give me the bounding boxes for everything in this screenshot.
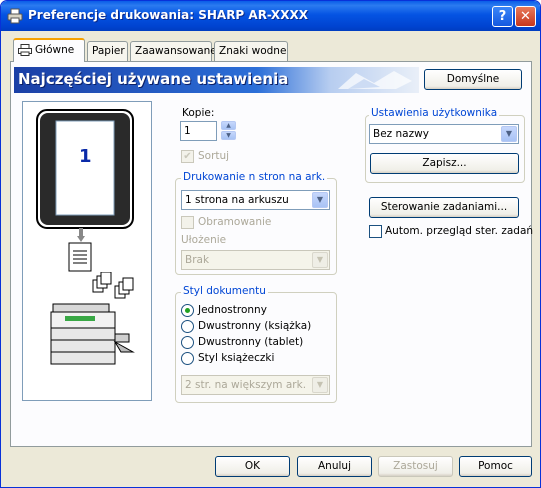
- chevron-down-icon[interactable]: ▼: [312, 252, 328, 268]
- printer-icon: [7, 8, 23, 24]
- close-title-button[interactable]: ✕: [515, 6, 536, 27]
- tab-znaki-wodne[interactable]: Znaki wodne: [214, 41, 288, 61]
- window-title: Preferencje drukowania: SHARP AR-XXXX: [28, 8, 308, 22]
- sort-label: Sortuj: [198, 150, 230, 162]
- border-label: Obramowanie: [198, 216, 272, 228]
- banner-graphic-icon: [338, 71, 412, 89]
- user-settings-select[interactable]: Bez nazwy ▼: [369, 124, 519, 144]
- pages-per-sheet-value: 1 strona na arkuszu: [185, 194, 289, 206]
- order-select[interactable]: Brak ▼: [181, 250, 330, 270]
- copies-spinner[interactable]: ▲ ▼: [221, 121, 236, 140]
- tab-label: Papier: [92, 45, 125, 57]
- preview-area: 1: [22, 101, 152, 401]
- save-button[interactable]: Zapisz...: [370, 153, 519, 174]
- duplex-book-label: Dwustronny (książka): [198, 320, 312, 332]
- chevron-down-icon[interactable]: ▼: [312, 192, 328, 208]
- chevron-down-icon[interactable]: ▼: [501, 126, 517, 142]
- duplex-tablet-label: Dwustronny (tablet): [198, 336, 304, 348]
- auto-job-review-checkbox[interactable]: [369, 225, 382, 238]
- tab-label: Znaki wodne: [219, 45, 287, 57]
- tab-label: Zaawansowane: [135, 45, 217, 57]
- copies-label: Kopie:: [182, 107, 215, 119]
- user-settings-group-label: Ustawienia użytkownika: [369, 107, 500, 119]
- user-settings-value: Bez nazwy: [373, 128, 429, 140]
- copies-value: 1: [184, 125, 191, 137]
- booklet-value: 2 str. na większym ark.: [185, 379, 307, 391]
- pages-per-sheet-select[interactable]: 1 strona na arkuszu ▼: [181, 190, 330, 210]
- order-label: Ułożenie: [181, 234, 227, 246]
- copies-input[interactable]: 1: [180, 121, 217, 141]
- cancel-button[interactable]: Anuluj: [297, 456, 372, 477]
- radio-duplex-tablet[interactable]: [181, 336, 194, 349]
- job-control-button[interactable]: Sterowanie zadaniami...: [369, 197, 519, 218]
- order-value: Brak: [185, 254, 210, 266]
- preview-page-number: 1: [79, 146, 92, 167]
- ok-button[interactable]: OK: [215, 456, 290, 477]
- tab-papier[interactable]: Papier: [87, 41, 128, 61]
- radio-duplex-book[interactable]: [181, 320, 194, 333]
- tab-label: Główne: [35, 44, 75, 56]
- copier-illustration-icon: [50, 272, 135, 365]
- single-sided-label: Jednostronny: [198, 304, 267, 316]
- defaults-button[interactable]: Domyślne: [424, 69, 522, 90]
- tab-zaawansowane[interactable]: Zaawansowane: [130, 41, 217, 61]
- apply-button[interactable]: Zastosuj: [378, 456, 453, 477]
- title-bar[interactable]: Preferencje drukowania: SHARP AR-XXXX ? …: [1, 1, 540, 31]
- spin-up-icon[interactable]: ▲: [221, 121, 236, 130]
- banner-title: Najczęściej używane ustawienia: [18, 70, 289, 88]
- print-preferences-dialog: Preferencje drukowania: SHARP AR-XXXX ? …: [0, 0, 541, 488]
- help-button[interactable]: Pomoc: [459, 456, 532, 477]
- auto-job-review-label: Autom. przegląd ster. zadań: [385, 225, 534, 237]
- booklet-select[interactable]: 2 str. na większym ark. ▼: [181, 375, 330, 395]
- border-checkbox[interactable]: [181, 216, 194, 229]
- chevron-down-icon[interactable]: ▼: [312, 377, 328, 393]
- n-up-group-label: Drukowanie n stron na ark.: [181, 171, 328, 183]
- document-style-group-label: Styl dokumentu: [181, 285, 268, 297]
- booklet-label: Styl książeczki: [198, 352, 275, 364]
- banner: Najczęściej używane ustawienia: [14, 67, 419, 93]
- sort-checkbox[interactable]: ✔: [181, 150, 194, 163]
- tab-glowne[interactable]: Główne: [13, 38, 85, 62]
- printer-tab-icon: [18, 44, 32, 56]
- radio-single-sided[interactable]: [181, 304, 194, 317]
- help-title-button[interactable]: ?: [492, 6, 513, 27]
- spin-down-icon[interactable]: ▼: [221, 131, 236, 140]
- radio-booklet[interactable]: [181, 352, 194, 365]
